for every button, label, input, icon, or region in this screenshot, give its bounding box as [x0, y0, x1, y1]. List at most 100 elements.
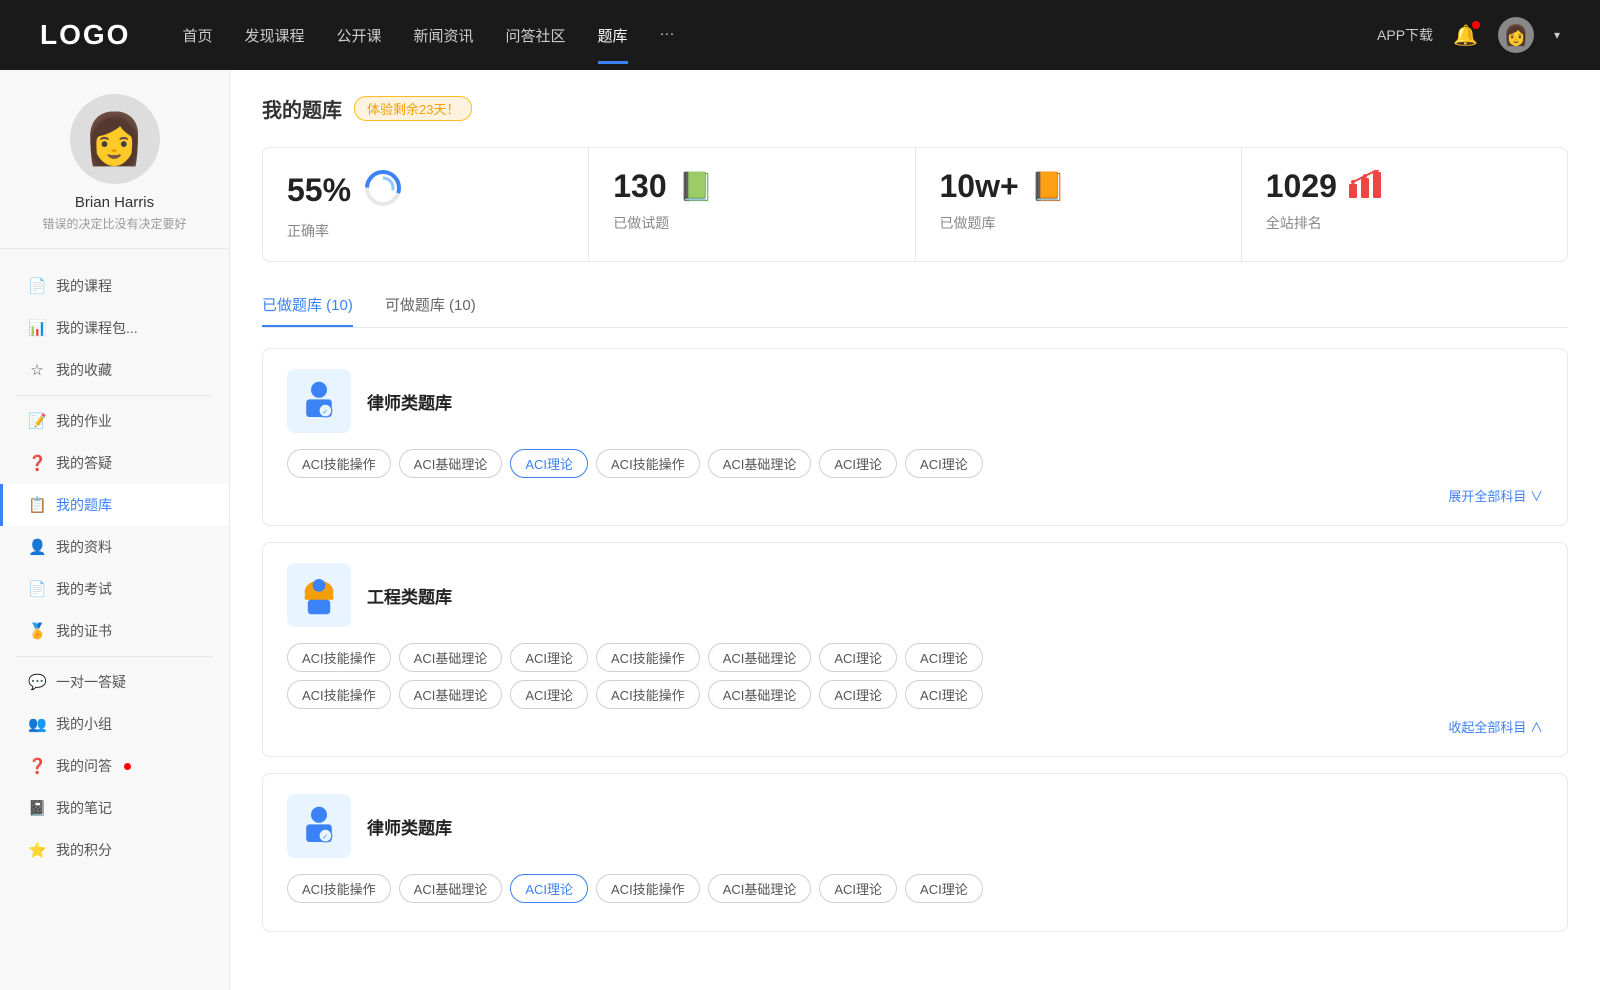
doc-orange-icon: 📙 — [1031, 170, 1066, 203]
bank-tag-1-2[interactable]: ACI理论 — [510, 449, 588, 478]
logo: LOGO — [40, 19, 130, 51]
points-icon: ⭐ — [28, 841, 46, 859]
sidebar-label-questions: 我的答疑 — [56, 453, 112, 473]
sidebar-item-favorites[interactable]: ☆ 我的收藏 — [0, 349, 229, 391]
nav-more[interactable]: ··· — [660, 25, 675, 46]
stat-correct-rate: 55% 正确率 — [263, 148, 589, 261]
profile-motto: 错误的决定比没有决定要好 — [42, 215, 186, 232]
sidebar-label-favorites: 我的收藏 — [56, 360, 112, 380]
svg-text:✓: ✓ — [322, 832, 328, 841]
navbar: LOGO 首页 发现课程 公开课 新闻资讯 问答社区 题库 ··· APP下载 … — [0, 0, 1600, 70]
sidebar-item-my-courses[interactable]: 📄 我的课程 — [0, 265, 229, 307]
bank-tag-2-5[interactable]: ACI理论 — [819, 643, 897, 672]
profile-avatar: 👩 — [70, 94, 160, 184]
stat-done-banks: 10w+ 📙 已做题库 — [916, 148, 1242, 261]
stat-rank: 1029 全站排名 — [1242, 148, 1567, 261]
bank-tag-2-7[interactable]: ACI技能操作 — [287, 680, 391, 709]
page-body: 👩 Brian Harris 错误的决定比没有决定要好 📄 我的课程 📊 我的课… — [0, 70, 1600, 990]
sidebar-label-profile: 我的资料 — [56, 537, 112, 557]
lawyer-bank-icon-1: ✓ — [287, 369, 351, 433]
stat-top-banks: 10w+ 📙 — [940, 168, 1217, 205]
nav-qa[interactable]: 问答社区 — [506, 25, 566, 46]
nav-question-bank[interactable]: 题库 — [598, 25, 628, 46]
sidebar-item-course-package[interactable]: 📊 我的课程包... — [0, 307, 229, 349]
nav-home[interactable]: 首页 — [182, 25, 212, 46]
bank-tag-3-5[interactable]: ACI理论 — [819, 874, 897, 903]
bank-card-lawyer-1: ✓ 律师类题库 ACI技能操作 ACI基础理论 ACI理论 ACI技能操作 AC… — [262, 348, 1568, 526]
sidebar-item-question-bank[interactable]: 📋 我的题库 — [0, 484, 229, 526]
expand-link-1[interactable]: 展开全部科目 ∨ — [287, 486, 1543, 505]
bank-tag-2-2[interactable]: ACI理论 — [510, 643, 588, 672]
question-bank-icon: 📋 — [28, 496, 46, 514]
tab-done-banks[interactable]: 已做题库 (10) — [262, 286, 353, 327]
bank-tag-2-9[interactable]: ACI理论 — [510, 680, 588, 709]
bank-tag-1-6[interactable]: ACI理论 — [905, 449, 983, 478]
notification-bell[interactable]: 🔔 — [1453, 23, 1478, 48]
bank-tag-2-11[interactable]: ACI基础理论 — [708, 680, 812, 709]
stat-value-rate: 55% — [287, 172, 351, 209]
bank-tag-2-6[interactable]: ACI理论 — [905, 643, 983, 672]
nav-news[interactable]: 新闻资讯 — [414, 25, 474, 46]
bank-tag-3-1[interactable]: ACI基础理论 — [399, 874, 503, 903]
bank-tag-1-1[interactable]: ACI基础理论 — [399, 449, 503, 478]
stat-top-done: 130 📗 — [613, 168, 890, 205]
sidebar-item-one-on-one[interactable]: 💬 一对一答疑 — [0, 661, 229, 703]
sidebar-item-certificate[interactable]: 🏅 我的证书 — [0, 610, 229, 652]
stat-value-banks: 10w+ — [940, 168, 1019, 205]
bank-card-lawyer-2: ✓ 律师类题库 ACI技能操作 ACI基础理论 ACI理论 ACI技能操作 AC… — [262, 773, 1568, 932]
expand-link-2[interactable]: 收起全部科目 ∧ — [287, 717, 1543, 736]
bank-tag-2-0[interactable]: ACI技能操作 — [287, 643, 391, 672]
bank-tag-2-10[interactable]: ACI技能操作 — [596, 680, 700, 709]
bank-tag-2-1[interactable]: ACI基础理论 — [399, 643, 503, 672]
pie-chart-icon — [363, 168, 403, 213]
nav-discover[interactable]: 发现课程 — [244, 25, 304, 46]
nav-opencourse[interactable]: 公开课 — [336, 25, 381, 46]
stat-label-done: 已做试题 — [613, 213, 890, 233]
app-download-link[interactable]: APP下载 — [1377, 25, 1433, 45]
sidebar-item-group[interactable]: 👥 我的小组 — [0, 703, 229, 745]
bank-tag-2-4[interactable]: ACI基础理论 — [708, 643, 812, 672]
sidebar-label-my-qa: 我的问答 — [56, 756, 112, 776]
bank-tag-3-2[interactable]: ACI理论 — [510, 874, 588, 903]
bank-tag-1-5[interactable]: ACI理论 — [819, 449, 897, 478]
certificate-icon: 🏅 — [28, 622, 46, 640]
favorites-icon: ☆ — [28, 361, 46, 379]
sidebar-item-my-qa[interactable]: ❓ 我的问答 — [0, 745, 229, 787]
bank-tag-2-3[interactable]: ACI技能操作 — [596, 643, 700, 672]
bank-tag-3-0[interactable]: ACI技能操作 — [287, 874, 391, 903]
bank-tags-2-row1: ACI技能操作 ACI基础理论 ACI理论 ACI技能操作 ACI基础理论 AC… — [287, 643, 1543, 672]
stat-value-done: 130 — [613, 168, 666, 205]
group-icon: 👥 — [28, 715, 46, 733]
bank-tag-3-3[interactable]: ACI技能操作 — [596, 874, 700, 903]
bank-tag-2-12[interactable]: ACI理论 — [819, 680, 897, 709]
sidebar-item-notes[interactable]: 📓 我的笔记 — [0, 787, 229, 829]
bank-name-3: 律师类题库 — [367, 814, 452, 839]
bank-tag-3-6[interactable]: ACI理论 — [905, 874, 983, 903]
sidebar-label-exam: 我的考试 — [56, 579, 112, 599]
tab-available-banks[interactable]: 可做题库 (10) — [385, 286, 476, 327]
bank-tag-1-4[interactable]: ACI基础理论 — [708, 449, 812, 478]
sidebar-item-points[interactable]: ⭐ 我的积分 — [0, 829, 229, 871]
one-on-one-icon: 💬 — [28, 673, 46, 691]
bank-tag-1-0[interactable]: ACI技能操作 — [287, 449, 391, 478]
bank-card-header-1: ✓ 律师类题库 — [287, 369, 1543, 433]
bank-tag-3-4[interactable]: ACI基础理论 — [708, 874, 812, 903]
bank-tags-3: ACI技能操作 ACI基础理论 ACI理论 ACI技能操作 ACI基础理论 AC… — [287, 874, 1543, 903]
sidebar-item-exam[interactable]: 📄 我的考试 — [0, 568, 229, 610]
sidebar-label-notes: 我的笔记 — [56, 798, 112, 818]
sidebar-item-questions[interactable]: ❓ 我的答疑 — [0, 442, 229, 484]
sidebar-label-course-package: 我的课程包... — [56, 318, 138, 338]
sidebar-item-homework[interactable]: 📝 我的作业 — [0, 400, 229, 442]
doc-green-icon: 📗 — [679, 170, 714, 203]
sidebar-item-profile[interactable]: 👤 我的资料 — [0, 526, 229, 568]
sidebar-label-points: 我的积分 — [56, 840, 112, 860]
bank-tag-2-13[interactable]: ACI理论 — [905, 680, 983, 709]
avatar-dropdown-icon[interactable]: ▾ — [1554, 28, 1560, 42]
avatar[interactable]: 👩 — [1498, 17, 1534, 53]
nav-right: APP下载 🔔 👩 ▾ — [1377, 17, 1560, 53]
bank-tag-1-3[interactable]: ACI技能操作 — [596, 449, 700, 478]
bank-card-header-2: 工程类题库 — [287, 563, 1543, 627]
questions-icon: ❓ — [28, 454, 46, 472]
bank-tag-2-8[interactable]: ACI基础理论 — [399, 680, 503, 709]
svg-text:✓: ✓ — [322, 407, 328, 416]
